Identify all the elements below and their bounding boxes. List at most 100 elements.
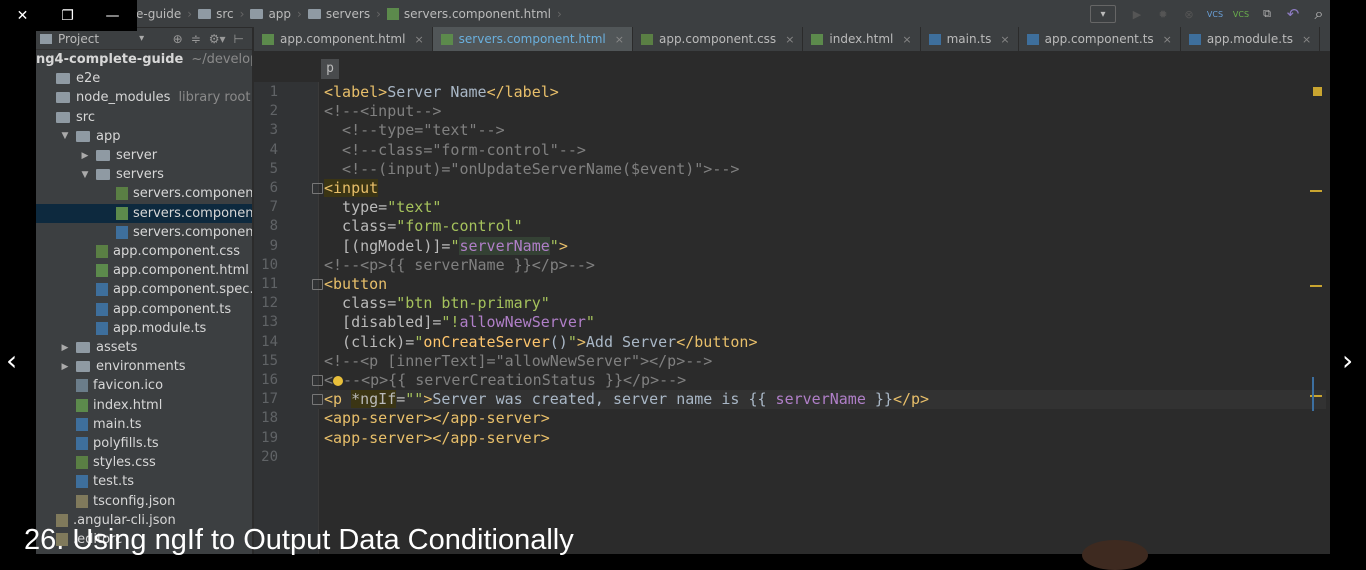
code-line[interactable]: < --<p>{{ serverCreationStatus }}</p>--> — [324, 371, 686, 390]
code-line[interactable]: [(ngModel)]="serverName"> — [324, 236, 568, 256]
tree-item[interactable]: app.component.spec.ts — [36, 280, 252, 299]
tree-item[interactable]: ▶ environments — [36, 357, 252, 376]
tree-item[interactable]: app.component.ts — [36, 300, 252, 319]
previous-arrow-icon[interactable]: ‹ — [6, 344, 17, 377]
run-config-dropdown[interactable]: ▾ — [1090, 5, 1116, 23]
code-line[interactable]: <!--(input)="onUpdateServerName($event)"… — [324, 160, 739, 179]
revert-icon[interactable]: ↶ — [1282, 4, 1304, 24]
debug-icon[interactable]: ✹ — [1152, 4, 1174, 24]
code-line[interactable]: <!--type="text"--> — [324, 121, 505, 140]
tree-item-label: src — [76, 109, 95, 125]
close-tab-icon[interactable]: × — [615, 33, 624, 46]
breadcrumb-item[interactable]: app › — [250, 7, 302, 21]
fold-toggle-icon[interactable] — [312, 279, 323, 290]
editor-tab[interactable]: main.ts × — [921, 27, 1019, 51]
code-line[interactable]: class="form-control" — [324, 217, 523, 236]
close-tab-icon[interactable]: × — [1163, 33, 1172, 46]
breadcrumb-item[interactable]: e-guide › — [136, 7, 192, 21]
coverage-icon[interactable]: ⊗ — [1178, 4, 1200, 24]
tree-item[interactable]: e2e — [36, 69, 252, 88]
tree-item[interactable]: favicon.ico — [36, 376, 252, 395]
code-line[interactable]: <app-server></app-server> — [324, 409, 550, 428]
breadcrumb-item[interactable]: src › — [198, 7, 244, 21]
code-line[interactable]: <button — [324, 275, 387, 294]
fold-toggle-icon[interactable] — [312, 183, 323, 194]
code-line[interactable]: <!--<p [innerText]="allowNewServer"></p>… — [324, 352, 712, 371]
tab-label: servers.component.html — [458, 32, 606, 46]
tree-item[interactable]: servers.component.ts — [36, 223, 252, 242]
code-line[interactable]: <p *ngIf="">Server was created, server n… — [318, 390, 1326, 410]
code-line[interactable]: class="btn btn-primary" — [324, 294, 550, 313]
settings-icon[interactable]: ⚙▾ — [209, 32, 226, 46]
tree-item[interactable]: test.ts — [36, 472, 252, 491]
collapse-icon[interactable]: ≑ — [191, 32, 201, 46]
expand-right-icon[interactable]: ▶ — [60, 343, 70, 353]
close-tab-icon[interactable]: × — [1000, 33, 1009, 46]
close-tab-icon[interactable]: × — [902, 33, 911, 46]
run-icon[interactable]: ▶ — [1126, 4, 1148, 24]
tree-item[interactable]: app.component.html — [36, 261, 252, 280]
code-line[interactable]: type="text" — [324, 198, 441, 217]
expand-down-icon[interactable]: ▼ — [80, 170, 90, 180]
project-view-selector[interactable]: Project — [58, 32, 99, 46]
tree-item[interactable]: styles.css — [36, 453, 252, 472]
tree-item-label: app.component.html — [113, 263, 249, 279]
tag-breadcrumb[interactable]: p — [321, 59, 339, 79]
tree-item[interactable]: ▼ app — [36, 127, 252, 146]
tree-root[interactable]: ng4-complete-guide ~/developme — [36, 50, 252, 69]
tree-item[interactable]: tsconfig.json — [36, 492, 252, 511]
warning-marker[interactable] — [1313, 87, 1322, 96]
breadcrumb-item[interactable]: servers.component.html › — [386, 7, 562, 21]
vcs-update-icon[interactable]: VCS — [1204, 4, 1226, 24]
tree-item[interactable]: main.ts — [36, 415, 252, 434]
editor-tab[interactable]: app.component.html × — [254, 27, 433, 51]
error-stripe-mark[interactable] — [1310, 285, 1322, 287]
hide-panel-icon[interactable]: ⊢ — [234, 32, 244, 46]
tree-item[interactable]: node_modules library root — [36, 88, 252, 107]
locate-icon[interactable]: ⊕ — [173, 32, 183, 46]
tree-item[interactable]: ▶ server — [36, 146, 252, 165]
code-line[interactable]: <!--<input--> — [324, 102, 441, 121]
next-arrow-icon[interactable]: › — [1342, 344, 1353, 377]
fold-toggle-icon[interactable] — [312, 394, 323, 406]
expand-down-icon[interactable]: ▼ — [60, 131, 70, 141]
chevron-down-icon[interactable]: ▾ — [139, 33, 144, 44]
editor-tab[interactable]: app.component.css × — [633, 27, 804, 51]
tree-item[interactable]: app.component.css — [36, 242, 252, 261]
editor-tab[interactable]: app.module.ts × — [1181, 27, 1321, 51]
close-tab-icon[interactable]: × — [1302, 33, 1311, 46]
code-line[interactable]: <!--class="form-control"--> — [324, 141, 586, 160]
tree-item[interactable]: ▶ assets — [36, 338, 252, 357]
tree-item[interactable]: src — [36, 108, 252, 127]
expand-right-icon[interactable]: ▶ — [80, 151, 90, 161]
close-tab-icon[interactable]: × — [414, 33, 423, 46]
expand-right-icon[interactable]: ▶ — [60, 362, 70, 372]
tree-item[interactable]: app.module.ts — [36, 319, 252, 338]
breadcrumb-item[interactable]: servers › — [307, 7, 381, 21]
tree-item[interactable]: servers.component.cs — [36, 184, 252, 203]
tree-item[interactable]: index.html — [36, 396, 252, 415]
editor-tab[interactable]: servers.component.html × — [432, 27, 633, 51]
code-line[interactable]: [disabled]="!allowNewServer" — [324, 313, 595, 332]
restore-window-button[interactable]: ❐ — [45, 0, 90, 31]
tree-item[interactable]: polyfills.ts — [36, 434, 252, 453]
tree-item[interactable]: servers.component.ht — [36, 203, 252, 223]
minimize-window-button[interactable]: — — [90, 0, 135, 31]
close-window-button[interactable]: ✕ — [0, 0, 45, 31]
editor-tab[interactable]: index.html × — [803, 27, 921, 51]
search-icon[interactable]: ⌕ — [1308, 4, 1330, 24]
lightbulb-icon[interactable] — [333, 375, 344, 386]
close-tab-icon[interactable]: × — [785, 33, 794, 46]
code-line[interactable]: (click)="onCreateServer()">Add Server</b… — [324, 333, 757, 352]
error-stripe-mark[interactable] — [1310, 190, 1322, 192]
history-icon[interactable]: ⧉ — [1256, 4, 1278, 24]
editor-tab[interactable]: app.component.ts × — [1019, 27, 1181, 51]
fold-toggle-icon[interactable] — [312, 375, 323, 386]
code-line[interactable]: <input — [324, 179, 379, 198]
code-line[interactable]: <!--<p>{{ serverName }}</p>--> — [324, 256, 595, 275]
code-editor[interactable]: p 1 2 3 4 5 6 7 8 9 10 11 12 13 14 15 16 17 18 19 20 <label… — [254, 52, 1330, 554]
tree-item[interactable]: ▼ servers — [36, 165, 252, 184]
vcs-commit-icon[interactable]: VCS — [1230, 4, 1252, 24]
code-line[interactable]: <label>Server Name</label> — [324, 83, 559, 102]
code-line[interactable]: <app-server></app-server> — [324, 429, 550, 448]
